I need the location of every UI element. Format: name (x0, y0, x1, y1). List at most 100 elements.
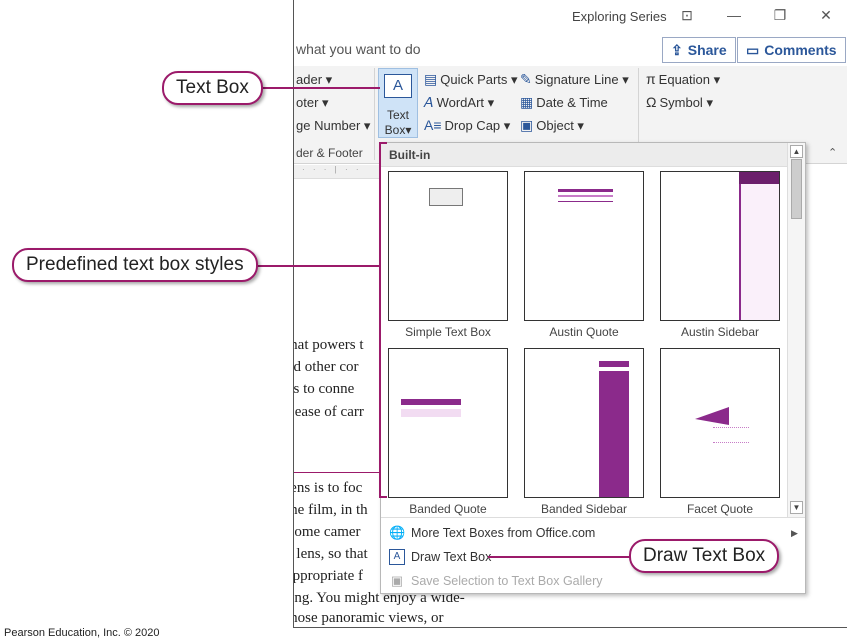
doc-line: e lens, so that (293, 546, 368, 562)
thumb-box (429, 188, 463, 206)
close-button[interactable]: ✕ (814, 7, 838, 24)
gallery-item-banded-quote[interactable]: Banded Quote (388, 348, 508, 516)
thumb-bar (401, 409, 461, 417)
gallery-item-banded-sidebar[interactable]: Banded Sidebar (524, 348, 644, 516)
thumbnail (388, 171, 508, 321)
comment-icon: ▭ (746, 41, 760, 58)
gallery-item-label: Banded Sidebar (540, 502, 628, 516)
text-box-label-1: Text (386, 108, 409, 122)
object-icon: ▣ (520, 117, 534, 133)
page-number-label: ge Number (296, 118, 361, 133)
quick-parts-icon: ▤ (424, 71, 438, 87)
thumb-sidebar (599, 371, 629, 497)
callout-line-text-box (246, 87, 380, 89)
gallery-item-simple-text-box[interactable]: Simple Text Box (388, 171, 508, 339)
copyright-text: Pearson Education, Inc. © 2020 (4, 627, 160, 639)
callout-predefined-styles: Predefined text box styles (12, 248, 258, 282)
doc-line: Some camer (293, 524, 361, 540)
thumbnail (524, 348, 644, 498)
pi-icon: π (646, 71, 656, 87)
thumbnail (660, 348, 780, 498)
window-title: Exploring Series (572, 9, 667, 24)
group-divider (374, 68, 375, 160)
draw-text-box-icon: A (389, 549, 405, 565)
thumb-bar (558, 189, 613, 192)
doc-line: those panoramic views, or (293, 610, 444, 626)
drop-cap-icon: A≡ (424, 117, 442, 133)
doc-line: that powers t (293, 337, 364, 353)
quick-parts-button[interactable]: ▤ Quick Parts ▾ (424, 71, 518, 88)
object-button[interactable]: ▣ Object ▾ (520, 117, 584, 134)
gallery-item-label: Banded Quote (409, 502, 487, 516)
draw-text-box-label: Draw Text Box (411, 550, 492, 564)
header-label: ader (296, 72, 323, 87)
doc-line: lens is to foc (293, 480, 363, 496)
comments-button[interactable]: ▭ Comments (737, 37, 846, 63)
ribbon-display-options-icon[interactable]: ⊡ (675, 7, 699, 24)
gallery-item-label: Austin Sidebar (680, 325, 760, 339)
minimize-button[interactable]: — (722, 7, 746, 23)
date-time-button[interactable]: ▦ Date & Time (520, 94, 608, 111)
callout-draw-text-box: Draw Text Box (629, 539, 780, 573)
globe-icon: 🌐 (389, 525, 406, 540)
gallery-item-austin-quote[interactable]: Austin Quote (524, 171, 644, 339)
tell-me-search[interactable]: what you want to do (296, 41, 421, 57)
gallery-scrollbar[interactable]: ▲ ▼ (787, 143, 805, 517)
header-footer-group-label: der & Footer (296, 146, 363, 160)
text-box-button[interactable]: A Text Box▾ (378, 68, 418, 138)
more-text-boxes-label: More Text Boxes from Office.com (411, 526, 596, 540)
share-button[interactable]: ⇪ Share (662, 37, 736, 63)
equation-button[interactable]: π Equation ▾ (646, 71, 720, 88)
footer-label: oter (296, 95, 319, 110)
text-box-label-2: Box▾ (384, 123, 412, 137)
thumb-bar (401, 399, 461, 405)
collapse-ribbon-icon[interactable]: ⌃ (828, 146, 837, 159)
doc-line: the film, in th (293, 502, 368, 518)
comments-label: Comments (764, 42, 837, 58)
horizontal-ruler: · · · | · · (294, 165, 384, 179)
header-button[interactable]: ader ▾ (296, 72, 332, 88)
restore-button[interactable]: ❐ (768, 7, 792, 24)
drop-cap-button[interactable]: A≡ Drop Cap ▾ (424, 117, 510, 134)
doc-line: gs to conne (293, 381, 355, 397)
footer-button[interactable]: oter ▾ (296, 95, 329, 111)
share-icon: ⇪ (671, 41, 683, 58)
callout-line-draw (488, 556, 632, 558)
thumbnail (660, 171, 780, 321)
page-number-button[interactable]: ge Number ▾ (296, 118, 370, 134)
scroll-thumb[interactable] (791, 159, 802, 219)
signature-icon: ✎ (520, 71, 532, 87)
gallery-item-label: Austin Quote (549, 325, 619, 339)
signature-line-button[interactable]: ✎ Signature Line ▾ (520, 71, 629, 88)
scroll-down-icon[interactable]: ▼ (790, 501, 803, 514)
thumb-sidebar (739, 184, 779, 320)
gallery-item-austin-sidebar[interactable]: Austin Sidebar (660, 171, 780, 339)
thumb-bar (599, 361, 629, 367)
calendar-icon: ▦ (520, 94, 534, 110)
wordart-button[interactable]: 𝘈 WordArt ▾ (424, 94, 494, 111)
gallery-item-facet-quote[interactable]: Facet Quote (660, 348, 780, 516)
gallery-header: Built-in (381, 143, 787, 167)
thumb-lines (713, 427, 749, 443)
doc-line: appropriate f (293, 568, 364, 584)
title-bar: Exploring Series ⊡ — ❐ ✕ (294, 0, 847, 34)
callout-bracket-bottom (379, 496, 387, 498)
submenu-arrow-icon: ▶ (791, 528, 798, 538)
share-label: Share (687, 42, 727, 58)
thumbnail (388, 348, 508, 498)
thumbnail (524, 171, 644, 321)
save-icon: ▣ (390, 573, 404, 588)
thumb-bar (558, 201, 613, 202)
callout-bracket-predefined (379, 142, 381, 498)
thumb-facet-shape (695, 407, 729, 425)
callout-text-box: Text Box (162, 71, 263, 105)
scroll-up-icon[interactable]: ▲ (790, 145, 803, 158)
doc-line: r ease of carr (293, 404, 364, 420)
callout-line-predefined (250, 265, 380, 267)
thumb-bar (558, 195, 613, 197)
symbol-button[interactable]: Ω Symbol ▾ (646, 94, 713, 111)
word-window: Exploring Series ⊡ — ❐ ✕ what you want t… (293, 0, 847, 628)
doc-line: nd other cor (293, 359, 359, 375)
omega-icon: Ω (646, 94, 657, 110)
text-box-icon: A (384, 74, 412, 98)
